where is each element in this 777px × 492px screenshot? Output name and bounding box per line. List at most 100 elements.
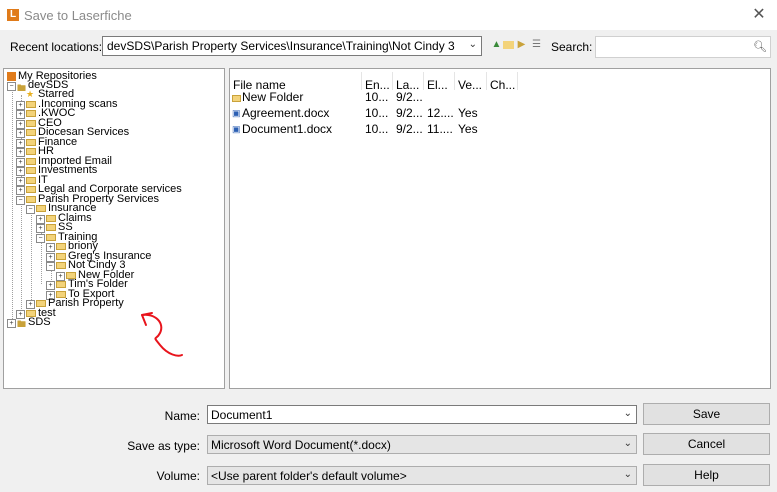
column-header-checked[interactable]: Ch... bbox=[490, 78, 515, 92]
document-icon: ▣ bbox=[232, 108, 241, 118]
document-icon: ▣ bbox=[232, 124, 241, 134]
new-folder-icon[interactable] bbox=[503, 41, 514, 49]
file-row-entry: 10... bbox=[365, 90, 389, 104]
save-as-type-label: Save as type: bbox=[127, 439, 200, 453]
expand-icon[interactable]: + bbox=[16, 110, 25, 119]
bookmark-icon[interactable]: ▶ bbox=[516, 39, 527, 50]
file-row-version: Yes bbox=[458, 106, 478, 120]
expand-icon[interactable]: + bbox=[16, 158, 25, 167]
column-divider bbox=[486, 72, 487, 90]
folder-icon bbox=[46, 224, 56, 231]
folder-icon bbox=[26, 148, 36, 155]
file-row-entry: 10... bbox=[365, 122, 389, 136]
name-label: Name: bbox=[164, 409, 200, 423]
recent-locations-value: devSDS\Parish Property Services\Insuranc… bbox=[107, 39, 455, 53]
folder-icon bbox=[56, 253, 66, 260]
expand-icon[interactable]: + bbox=[16, 167, 25, 176]
file-row-electronic: 11.... bbox=[427, 122, 453, 136]
expand-icon[interactable]: + bbox=[16, 186, 25, 195]
volume-dropdown[interactable]: <Use parent folder's default volume> ⌄ bbox=[207, 466, 637, 485]
help-button[interactable]: Help bbox=[643, 464, 770, 486]
close-icon[interactable]: ✕ bbox=[748, 4, 770, 26]
folder-icon bbox=[26, 110, 36, 117]
folder-open-icon bbox=[26, 196, 36, 203]
expand-icon[interactable]: + bbox=[36, 224, 45, 233]
expand-icon[interactable]: + bbox=[56, 272, 65, 281]
collapse-icon[interactable]: − bbox=[36, 234, 45, 243]
laserfiche-app-icon: L bbox=[7, 9, 19, 21]
star-icon: ★ bbox=[26, 89, 35, 99]
recent-locations-dropdown[interactable]: devSDS\Parish Property Services\Insuranc… bbox=[102, 36, 482, 56]
expand-icon[interactable]: + bbox=[16, 120, 25, 129]
search-icon[interactable]: 🔍︎ bbox=[753, 40, 767, 53]
tree-node-parish-property[interactable]: Parish Property bbox=[48, 298, 124, 309]
expand-icon[interactable]: + bbox=[16, 129, 25, 138]
column-header-electronic[interactable]: El... bbox=[427, 78, 448, 92]
view-options-icon[interactable]: ☰ bbox=[531, 39, 542, 50]
expand-icon[interactable]: + bbox=[16, 148, 25, 157]
column-divider bbox=[392, 72, 393, 90]
expand-icon[interactable]: + bbox=[36, 215, 45, 224]
repository-icon: 🖿 bbox=[17, 319, 27, 329]
repository-icon: 🖿 bbox=[17, 83, 27, 93]
folder-icon bbox=[26, 167, 36, 174]
column-divider bbox=[361, 72, 362, 90]
folder-icon bbox=[26, 101, 36, 108]
up-folder-icon[interactable]: ▲ bbox=[491, 39, 502, 50]
collapse-icon[interactable]: − bbox=[46, 262, 55, 271]
name-input[interactable]: Document1 ⌄ bbox=[207, 405, 637, 424]
expand-icon[interactable]: + bbox=[16, 139, 25, 148]
chevron-down-icon: ⌄ bbox=[623, 438, 632, 449]
name-input-value: Document1 bbox=[211, 408, 273, 422]
collapse-icon[interactable]: − bbox=[26, 205, 35, 214]
repository-tree[interactable]: My Repositories − 🖿 devSDS ★ Starred + .… bbox=[3, 68, 225, 389]
expand-icon[interactable]: + bbox=[7, 319, 16, 328]
column-header-version[interactable]: Ve... bbox=[458, 78, 482, 92]
file-row-name[interactable]: New Folder bbox=[242, 90, 303, 104]
file-row-last-modified: 9/2... bbox=[396, 122, 423, 136]
chevron-down-icon: ⌄ bbox=[623, 469, 632, 480]
volume-value: <Use parent folder's default volume> bbox=[211, 469, 407, 483]
expand-icon[interactable]: + bbox=[46, 281, 55, 290]
save-button[interactable]: Save bbox=[643, 403, 770, 425]
expand-icon[interactable]: + bbox=[46, 253, 55, 262]
collapse-icon[interactable]: − bbox=[16, 196, 25, 205]
folder-icon bbox=[56, 281, 66, 288]
file-row-name[interactable]: Agreement.docx bbox=[242, 106, 329, 120]
expand-icon[interactable]: + bbox=[16, 101, 25, 110]
file-row-entry: 10... bbox=[365, 106, 389, 120]
tree-node-sds[interactable]: SDS bbox=[28, 317, 51, 328]
file-row-version: Yes bbox=[458, 122, 478, 136]
folder-icon bbox=[56, 243, 66, 250]
cancel-button[interactable]: Cancel bbox=[643, 433, 770, 455]
folder-open-icon bbox=[46, 234, 56, 241]
folder-icon bbox=[26, 139, 36, 146]
expand-icon[interactable]: + bbox=[16, 177, 25, 186]
expand-icon[interactable]: + bbox=[46, 243, 55, 252]
folder-icon bbox=[26, 120, 36, 127]
chevron-down-icon: ⌄ bbox=[623, 408, 632, 419]
folder-icon bbox=[26, 129, 36, 136]
volume-label: Volume: bbox=[156, 469, 200, 483]
folder-icon bbox=[36, 300, 46, 307]
collapse-icon[interactable]: − bbox=[7, 82, 16, 91]
file-row-electronic: 12.... bbox=[427, 106, 454, 120]
save-as-type-value: Microsoft Word Document(*.docx) bbox=[211, 438, 391, 452]
folder-open-icon bbox=[36, 205, 46, 212]
folder-icon bbox=[46, 215, 56, 222]
folder-icon bbox=[26, 186, 36, 193]
repository-root-icon bbox=[7, 72, 16, 81]
file-row-last-modified: 9/2... bbox=[396, 90, 423, 104]
window-title: Save to Laserfiche bbox=[24, 8, 132, 23]
column-divider bbox=[517, 72, 518, 90]
file-row-name[interactable]: Document1.docx bbox=[242, 122, 332, 136]
search-input[interactable] bbox=[595, 36, 771, 58]
search-label: Search: bbox=[551, 40, 593, 54]
column-divider bbox=[423, 72, 424, 90]
file-row-last-modified: 9/2... bbox=[396, 106, 423, 120]
chevron-down-icon: ⌄ bbox=[468, 39, 477, 50]
save-as-type-dropdown[interactable]: Microsoft Word Document(*.docx) ⌄ bbox=[207, 435, 637, 454]
annotation-arrow bbox=[141, 312, 183, 357]
expand-icon[interactable]: + bbox=[26, 300, 35, 309]
folder-icon bbox=[26, 158, 36, 165]
